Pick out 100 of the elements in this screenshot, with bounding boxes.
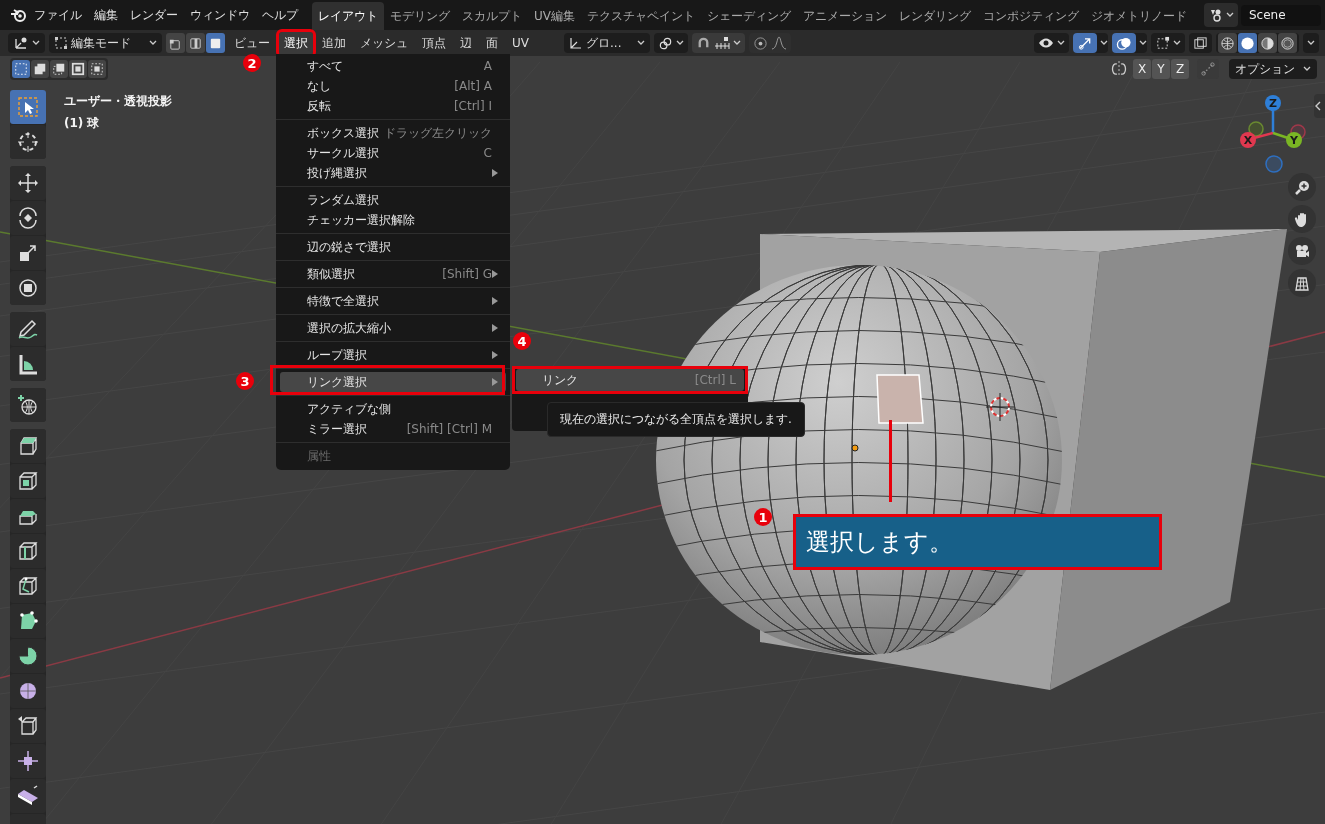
- header-menu[interactable]: 辺: [455, 31, 477, 55]
- submenu-arrow-icon: [492, 324, 498, 332]
- menu-item[interactable]: 投げ縄選択: [280, 163, 506, 183]
- tool-button[interactable]: [10, 347, 46, 381]
- tool-button[interactable]: [10, 464, 46, 498]
- overlay-button[interactable]: [1112, 33, 1136, 53]
- workspace-tab[interactable]: スカルプト: [456, 2, 528, 30]
- tool-button[interactable]: [10, 709, 46, 743]
- mirror-axis-toggle[interactable]: X: [1133, 59, 1151, 79]
- workspace-tab[interactable]: モデリング: [384, 2, 456, 30]
- sidebar-toggle[interactable]: [1314, 94, 1325, 118]
- workspace-tab[interactable]: コンポジティング: [977, 2, 1085, 30]
- menu-item[interactable]: サークル選択 C: [280, 143, 506, 163]
- tool-button[interactable]: [10, 201, 46, 235]
- tool-button[interactable]: [10, 569, 46, 603]
- tool-button[interactable]: [10, 604, 46, 638]
- selection-mode-button[interactable]: [12, 60, 30, 78]
- header-menu[interactable]: 選択: [279, 31, 313, 55]
- menu-item[interactable]: ウィンドウ: [184, 3, 256, 27]
- menu-item[interactable]: アクティブな側: [280, 399, 506, 419]
- mode-dropdown[interactable]: 編集モード: [49, 33, 162, 53]
- gizmo-button[interactable]: [1073, 33, 1097, 53]
- xray-button[interactable]: [1189, 33, 1212, 53]
- menu-item[interactable]: 選択の拡大縮小: [280, 318, 506, 338]
- selection-mode-button[interactable]: [88, 60, 106, 78]
- tool-button[interactable]: [10, 639, 46, 673]
- overlay-toggle[interactable]: [1112, 33, 1147, 53]
- menu-item[interactable]: すべて A: [280, 56, 506, 76]
- workspace-tab[interactable]: テクスチャペイント: [581, 2, 701, 30]
- axis-gizmo-drawing[interactable]: Z X Y: [1226, 90, 1322, 180]
- tool-button[interactable]: [10, 534, 46, 568]
- tool-button[interactable]: [10, 779, 46, 813]
- menu-item[interactable]: ループ選択: [280, 345, 506, 365]
- selection-mode-button[interactable]: [69, 60, 87, 78]
- shading-button[interactable]: [1218, 33, 1237, 53]
- snap-dropdown[interactable]: [692, 33, 746, 53]
- workspace-tab[interactable]: アニメーション: [797, 2, 893, 30]
- menu-item[interactable]: リンク選択: [280, 372, 506, 392]
- header-menu[interactable]: メッシュ: [355, 31, 413, 55]
- workspace-tab[interactable]: ジオメトリノード: [1085, 2, 1193, 30]
- tool-button[interactable]: [10, 744, 46, 778]
- shading-button[interactable]: [1258, 33, 1277, 53]
- header-menu[interactable]: 追加: [317, 31, 351, 55]
- menu-item[interactable]: 辺の鋭さで選択: [280, 237, 506, 257]
- navigation-button[interactable]: [1288, 173, 1316, 201]
- tool-button[interactable]: [10, 125, 46, 159]
- gizmo-toggle[interactable]: [1073, 33, 1108, 53]
- selection-mode-button[interactable]: [31, 60, 49, 78]
- navigation-button[interactable]: [1288, 237, 1316, 265]
- tool-button[interactable]: [10, 674, 46, 708]
- mirror-axis-toggle[interactable]: Y: [1152, 59, 1170, 79]
- selection-mode-button[interactable]: [50, 60, 68, 78]
- select-mode-button[interactable]: [186, 33, 205, 53]
- wireframe-sphere-icon: [1220, 35, 1235, 51]
- menu-item[interactable]: 類似選択 [Shift] G: [280, 264, 506, 284]
- tool-button[interactable]: [10, 271, 46, 305]
- menu-item[interactable]: ヘルプ: [256, 3, 304, 27]
- menu-item[interactable]: ミラー選択 [Shift] [Ctrl] M: [280, 419, 506, 439]
- shading-button[interactable]: [1238, 33, 1257, 53]
- tool-button[interactable]: [10, 429, 46, 463]
- menu-item[interactable]: ランダム選択: [280, 190, 506, 210]
- pivot-dropdown[interactable]: [654, 33, 689, 53]
- menu-item[interactable]: なし [Alt] A: [280, 76, 506, 96]
- menu-item[interactable]: 反転 [Ctrl] I: [280, 96, 506, 116]
- workspace-tab[interactable]: UV編集: [528, 2, 581, 30]
- menu-item[interactable]: リンク [Ctrl] L: [516, 369, 744, 391]
- header-menu[interactable]: UV: [507, 33, 534, 53]
- menu-item[interactable]: 編集: [88, 3, 124, 27]
- menu-item[interactable]: ファイル: [28, 3, 88, 27]
- shading-options-button[interactable]: [1303, 33, 1319, 53]
- scene-field[interactable]: Scene: [1241, 4, 1321, 26]
- navigation-button[interactable]: [1288, 205, 1316, 233]
- tool-button[interactable]: [10, 388, 46, 422]
- menu-item[interactable]: ボックス選択 ドラッグ左クリック: [280, 123, 506, 143]
- menu-item[interactable]: 特徴で全選択: [280, 291, 506, 311]
- header-menu[interactable]: 頂点: [417, 31, 451, 55]
- select-mode-button[interactable]: [166, 33, 185, 53]
- proportional-edit-dropdown[interactable]: [749, 33, 792, 53]
- scene-selector[interactable]: [1204, 3, 1238, 27]
- header-menu[interactable]: ビュー: [229, 31, 275, 55]
- header-menu[interactable]: 面: [481, 31, 503, 55]
- tool-button[interactable]: [10, 499, 46, 533]
- orientation-dropdown[interactable]: グロ...: [564, 33, 651, 53]
- menu-item[interactable]: チェッカー選択解除: [280, 210, 506, 230]
- tool-button[interactable]: [10, 236, 46, 270]
- options-dropdown[interactable]: オプション: [1229, 59, 1317, 79]
- workspace-tab[interactable]: レイアウト: [312, 2, 384, 30]
- workspace-tab[interactable]: レンダリング: [893, 2, 977, 30]
- tool-button[interactable]: [10, 312, 46, 346]
- select-mode-button[interactable]: [206, 33, 225, 53]
- mirror-axis-toggle[interactable]: Z: [1171, 59, 1189, 79]
- workspace-tab[interactable]: シェーディング: [701, 2, 797, 30]
- blender-logo-icon[interactable]: [10, 7, 28, 23]
- menu-item[interactable]: レンダー: [124, 3, 184, 27]
- visibility-dropdown[interactable]: [1034, 33, 1069, 53]
- navigation-button[interactable]: [1288, 269, 1316, 297]
- mesh-overlay-dropdown[interactable]: [1151, 33, 1185, 53]
- editor-type-button[interactable]: [8, 33, 45, 53]
- shading-button[interactable]: [1278, 33, 1297, 53]
- tool-button[interactable]: [10, 166, 46, 200]
